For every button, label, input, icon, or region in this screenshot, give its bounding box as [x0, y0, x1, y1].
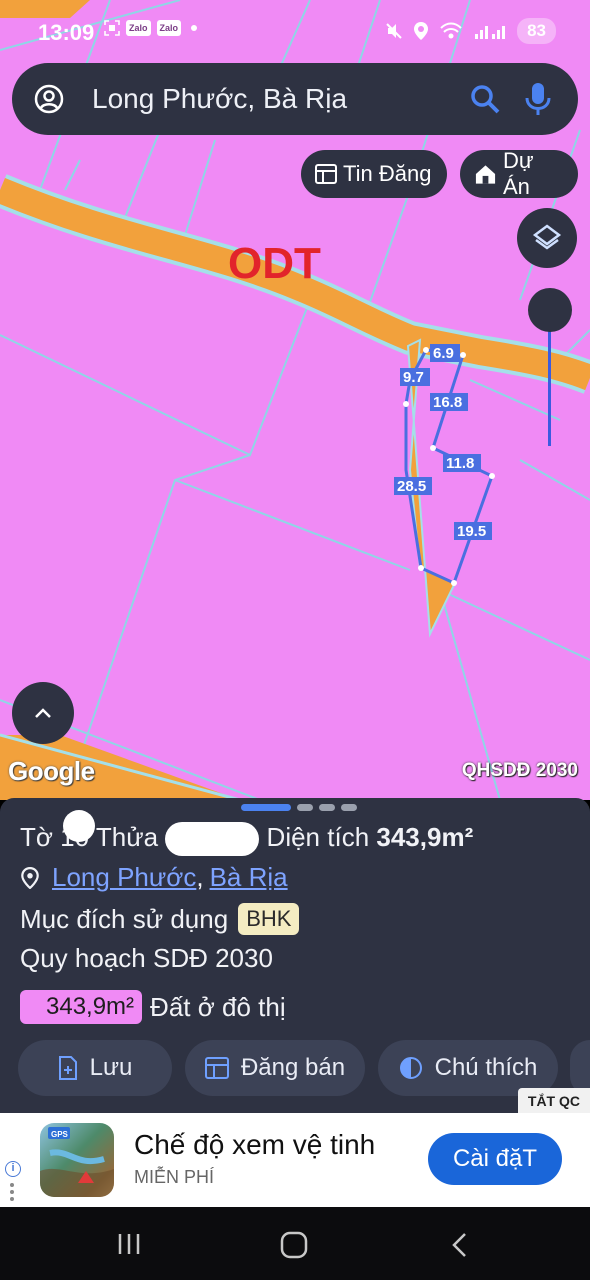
- notification-icons: Zalo Zalo: [104, 20, 198, 36]
- plan-area-row: 343,9m² Đất ở đô thị: [20, 990, 286, 1024]
- battery-indicator: 83: [517, 18, 556, 44]
- location-pin-icon: [21, 866, 39, 889]
- plan-area-badge: 343,9m²: [20, 990, 143, 1024]
- redacted-parcel-number: [165, 822, 260, 857]
- dim-label: 9.7: [403, 369, 424, 386]
- post-for-sale-button[interactable]: Đăng bán: [185, 1040, 365, 1096]
- area-label: Diện tích: [266, 822, 370, 852]
- ad-banner[interactable]: i GPS Chế độ xem vệ tinh MIỄN PHÍ Cài đặ…: [0, 1113, 590, 1207]
- save-button-label: Lưu: [89, 1054, 133, 1081]
- zalo-icon: Zalo: [156, 20, 182, 36]
- status-time: 13:09: [38, 20, 95, 45]
- chevron-up-icon: [35, 708, 51, 718]
- zalo-icon: Zalo: [126, 20, 151, 36]
- dim-label: 19.5: [457, 523, 486, 540]
- purpose-badge: BHK: [238, 903, 300, 935]
- parcel-header: Tờ 10 Thửa Diện tích 343,9m²: [20, 810, 474, 857]
- opacity-slider-track[interactable]: [548, 318, 551, 446]
- plan-layer-label: QHSDĐ 2030: [461, 760, 578, 781]
- ad-title: Chế độ xem vệ tinh: [134, 1129, 376, 1160]
- purpose-label: Mục đích sử dụng: [20, 903, 229, 934]
- location-row: Long Phước, Bà Rịa: [20, 862, 288, 893]
- project-chip[interactable]: Dự Án: [460, 148, 578, 199]
- install-button[interactable]: Cài đặT: [428, 1133, 562, 1185]
- ad-app-icon[interactable]: GPS: [40, 1123, 114, 1197]
- news-chip[interactable]: Tin Đăng: [301, 150, 447, 198]
- ad-subtitle: MIỄN PHÍ: [134, 1167, 215, 1187]
- area-value: 343,9m²: [376, 822, 474, 852]
- plan-line: Quy hoạch SDĐ 2030: [20, 943, 273, 973]
- dimension-labels: 6.9 9.7 16.8 11.8 28.5 19.5: [394, 344, 492, 540]
- account-icon[interactable]: [34, 84, 64, 114]
- recent-apps-icon[interactable]: [116, 1231, 142, 1257]
- opacity-slider-knob[interactable]: [528, 288, 572, 332]
- parcel-number-label: Thửa: [95, 822, 159, 852]
- search-bar[interactable]: Long Phước, Bà Rịa: [12, 63, 578, 135]
- ad-info-icon[interactable]: i: [5, 1161, 21, 1177]
- dim-label: 11.8: [446, 455, 474, 472]
- sheet-handle[interactable]: [241, 804, 357, 811]
- system-icons: 83: [385, 18, 556, 44]
- save-button[interactable]: Lưu: [18, 1040, 172, 1096]
- ward-link[interactable]: Long Phước: [52, 862, 196, 893]
- add-file-icon: [58, 1056, 77, 1080]
- dim-label: 16.8: [433, 394, 462, 411]
- status-bar: 13:09 Zalo Zalo 83: [0, 0, 590, 62]
- close-ad-button[interactable]: TẮT QC: [517, 1088, 590, 1114]
- location-separator: ,: [196, 862, 204, 892]
- satellite-map-icon: GPS: [40, 1127, 114, 1197]
- mic-icon[interactable]: [524, 82, 552, 116]
- ad-options-icon[interactable]: [10, 1183, 14, 1203]
- layers-button[interactable]: [517, 208, 577, 268]
- layers-icon: [532, 224, 562, 250]
- location-icon: [414, 22, 429, 40]
- plan-land-type: Đất ở đô thị: [150, 991, 286, 1022]
- svg-text:GPS: GPS: [51, 1130, 69, 1139]
- screenshot-icon: [104, 20, 120, 36]
- listing-icon: [204, 1057, 229, 1079]
- signal-icon: [475, 26, 506, 39]
- post-for-sale-label: Đăng bán: [240, 1054, 346, 1081]
- zone-label: ODT: [228, 239, 321, 288]
- map-view[interactable]: ODT 6.9 9.7 16.8 11.8 28.5 19.5 13:09 Za…: [0, 0, 590, 800]
- search-input[interactable]: Long Phước, Bà Rịa: [92, 83, 470, 115]
- google-logo: Google: [8, 756, 95, 786]
- more-notifications-dot: [191, 25, 198, 31]
- wifi-icon: [440, 22, 462, 39]
- mute-icon: [386, 23, 402, 39]
- back-icon[interactable]: [450, 1231, 470, 1259]
- dim-label: 6.9: [433, 345, 454, 362]
- search-icon[interactable]: [470, 84, 500, 114]
- contrast-icon: [399, 1057, 422, 1079]
- home-icon[interactable]: [280, 1231, 308, 1259]
- city-link[interactable]: Bà Rịa: [210, 862, 288, 893]
- system-nav-bar: [0, 1207, 590, 1280]
- news-icon: [315, 164, 337, 184]
- project-chip-label: Dự Án: [503, 148, 534, 199]
- news-chip-label: Tin Đăng: [343, 161, 432, 186]
- purpose-row: Mục đích sử dụng BHK: [20, 903, 300, 935]
- expand-button[interactable]: [12, 682, 74, 744]
- building-icon: [475, 165, 496, 184]
- redaction-mark: [62, 810, 95, 842]
- dim-label: 28.5: [397, 478, 426, 495]
- legend-button-label: Chú thích: [434, 1054, 538, 1081]
